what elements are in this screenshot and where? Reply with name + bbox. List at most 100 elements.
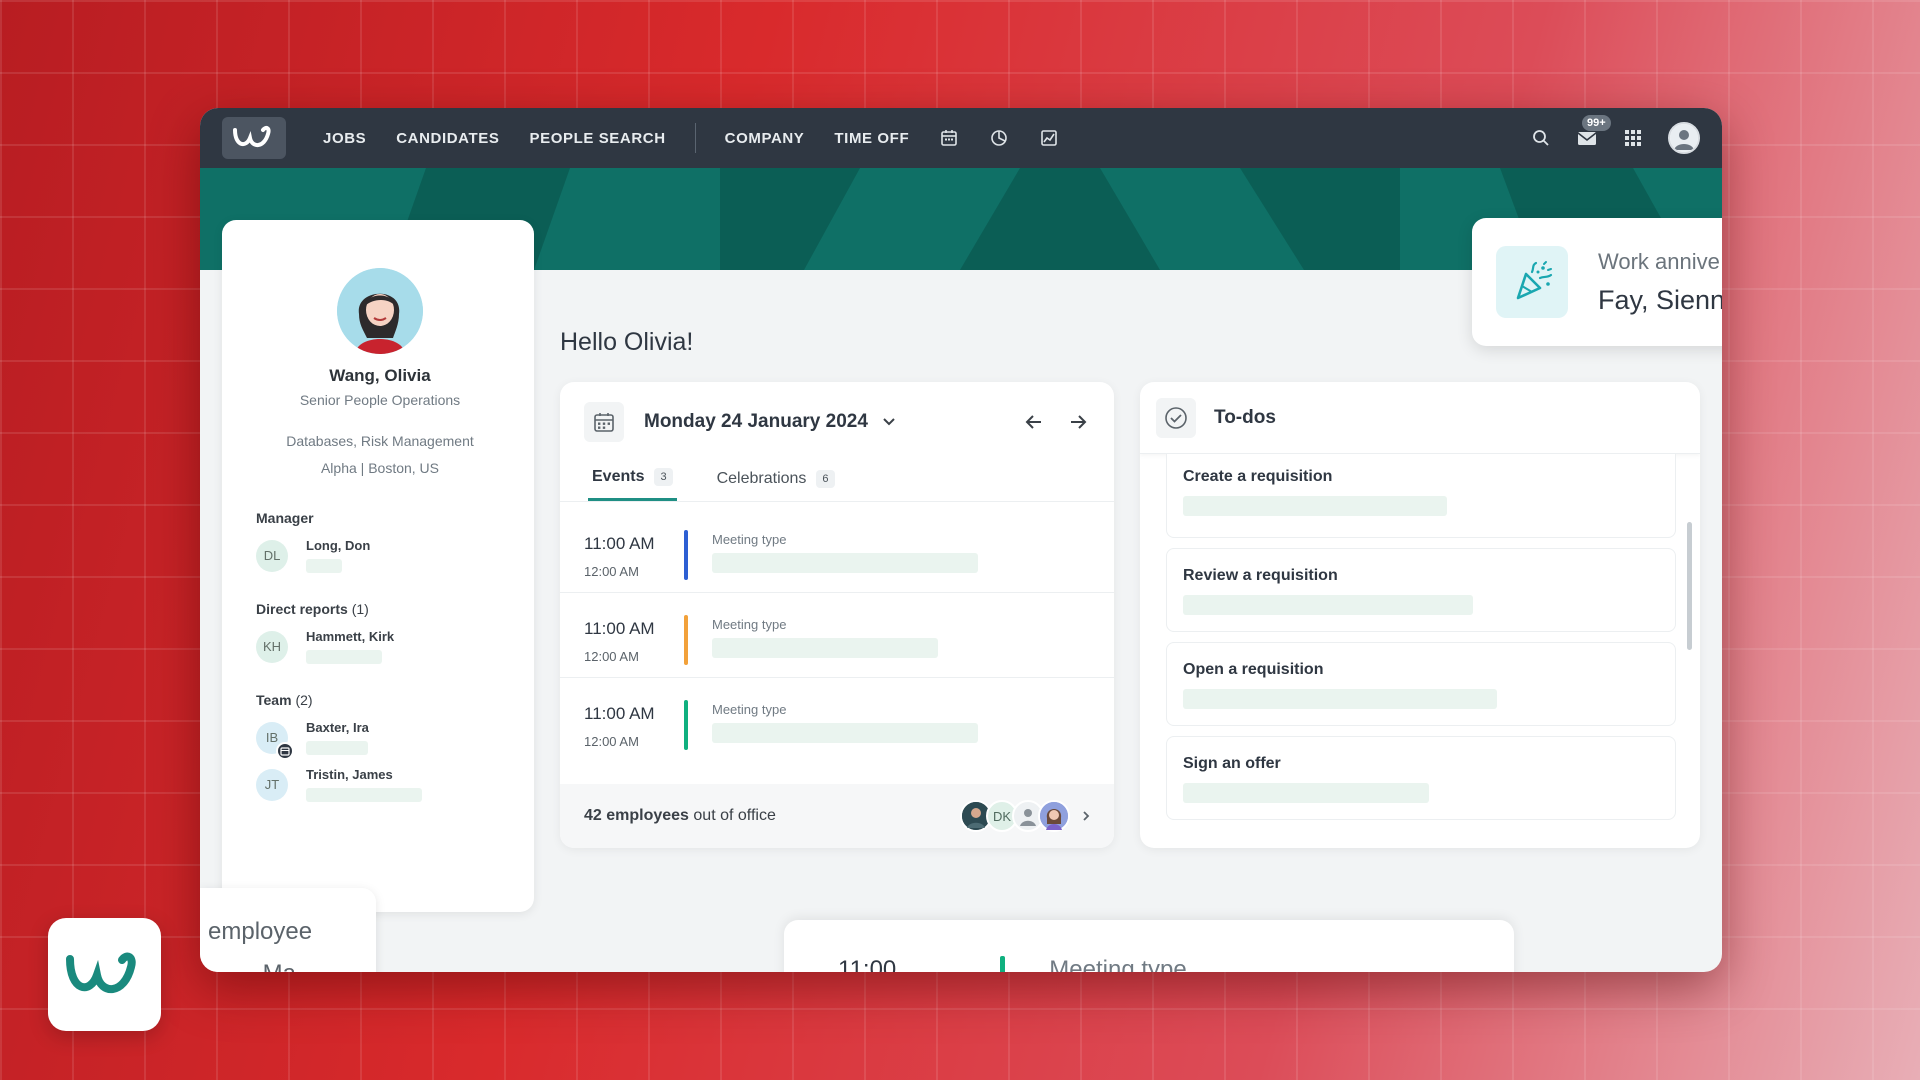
tab-label: Events (592, 468, 645, 485)
events-list: 11:00 AM 12:00 AM Meeting type 11:00 AM … (560, 502, 1114, 763)
team-member-name: Baxter, Ira (306, 720, 369, 735)
team-member-row[interactable]: IB Baxter, Ira (256, 720, 504, 760)
team-member-row[interactable]: JT Tristin, James (256, 767, 504, 802)
tab-events[interactable]: Events 3 (588, 462, 677, 501)
team-count: (2) (295, 692, 313, 708)
workday-logo-icon (233, 125, 271, 147)
team-member-initials: JT (256, 768, 288, 801)
out-of-office-suffix: out of office (693, 807, 776, 824)
todo-label: Create a requisition (1183, 468, 1333, 485)
team-member-info: Baxter, Ira (306, 720, 396, 755)
event-type: Meeting type (712, 702, 787, 717)
tab-label: Celebrations (716, 469, 807, 487)
nav-jobs[interactable]: JOBS (323, 130, 366, 147)
person-illustration-icon (337, 268, 423, 354)
calendar-badge-icon (276, 741, 294, 760)
todo-item[interactable]: Create a requisition (1166, 454, 1676, 538)
nav-people-search[interactable]: PEOPLE SEARCH (529, 130, 665, 147)
manager-row[interactable]: DL Long, Don (256, 538, 504, 573)
event-body: Meeting type (712, 678, 1090, 743)
direct-report-initials: KH (256, 630, 288, 663)
work-anniversary-text: Work annive Fay, Sienn (1598, 249, 1722, 316)
date-picker-button[interactable] (584, 402, 624, 442)
direct-reports-section-title: Direct reports (1) (256, 601, 504, 617)
placeholder-bar (1183, 689, 1497, 709)
brand-logo (48, 918, 161, 1031)
profile-skills: Databases, Risk Management (286, 433, 474, 449)
event-item[interactable]: 11:00 AM 12:00 AM Meeting type (560, 508, 1114, 593)
event-start-time: 11:00 AM (584, 534, 655, 553)
team-member-initials: IB (256, 721, 294, 760)
apps-grid-icon[interactable] (1622, 127, 1644, 149)
event-start-time: 11:00 AM (584, 704, 655, 723)
tab-celebrations[interactable]: Celebrations 6 (713, 462, 839, 501)
manager-section-title: Manager (256, 510, 314, 526)
placeholder-bar (712, 638, 938, 658)
top-nav: JOBS CANDIDATES PEOPLE SEARCH COMPANY TI… (200, 108, 1722, 168)
nav-time-off[interactable]: TIME OFF (834, 130, 909, 147)
placeholder-bar (306, 741, 368, 755)
team-label: Team (256, 692, 292, 708)
event-item[interactable]: 11:00 AM 12:00 AM Meeting type (560, 678, 1114, 763)
employee-card-subtext: - Ma (248, 960, 376, 972)
events-card: Monday 24 January 2024 Events 3 Celebrat… (560, 382, 1114, 848)
todos-scrollbar[interactable] (1687, 522, 1692, 650)
chevron-down-icon[interactable] (882, 417, 896, 427)
employee-card-partial[interactable]: employee - Ma (200, 888, 376, 972)
calendar-icon (594, 413, 614, 432)
events-tabs: Events 3 Celebrations 6 (560, 462, 1114, 502)
workday-logo-icon (65, 952, 136, 993)
out-of-office-bar[interactable]: 42 employees out of office DK (560, 784, 1114, 848)
banner-shape (720, 168, 860, 270)
meeting-card-partial[interactable]: 11:00 Meeting type (784, 920, 1514, 972)
todo-item[interactable]: Open a requisition (1166, 642, 1676, 726)
work-anniversary-label: Work annive (1598, 248, 1720, 274)
notification-badge: 99+ (1582, 115, 1611, 131)
event-body: Meeting type (712, 508, 1090, 573)
manager-info: Long, Don (306, 538, 396, 573)
party-popper-icon (1496, 246, 1568, 318)
event-body: Meeting type (712, 593, 1090, 658)
tab-count-badge: 6 (816, 469, 835, 488)
calendar-icon[interactable] (938, 127, 960, 149)
avatar (1038, 800, 1070, 832)
todo-item[interactable]: Sign an offer (1166, 736, 1676, 820)
app-window: JOBS CANDIDATES PEOPLE SEARCH COMPANY TI… (200, 108, 1722, 972)
pie-chart-icon[interactable] (988, 127, 1010, 149)
mail-icon[interactable]: 99+ (1576, 115, 1611, 149)
greeting-heading: Hello Olivia! (560, 328, 694, 356)
event-item[interactable]: 11:00 AM 12:00 AM Meeting type (560, 593, 1114, 678)
event-end-time: 12:00 AM (584, 564, 639, 579)
tab-count-badge: 3 (654, 468, 673, 486)
event-end-time: 12:00 AM (584, 734, 639, 749)
nav-company[interactable]: COMPANY (725, 130, 805, 147)
direct-reports-count: (1) (351, 601, 369, 617)
placeholder-bar (1183, 496, 1447, 516)
direct-report-row[interactable]: KH Hammett, Kirk (256, 629, 504, 664)
event-start-time: 11:00 AM (584, 619, 655, 638)
event-color-bar (684, 700, 688, 750)
app-logo[interactable] (222, 117, 286, 159)
profile-avatar[interactable] (337, 268, 423, 354)
todo-item[interactable]: Review a requisition (1166, 548, 1676, 632)
banner-shape (1240, 168, 1400, 270)
selected-date[interactable]: Monday 24 January 2024 (644, 411, 868, 433)
event-times: 11:00 AM 12:00 AM (584, 678, 684, 749)
work-anniversary-card[interactable]: Work annive Fay, Sienn (1472, 218, 1722, 346)
chart-icon[interactable] (1038, 127, 1060, 149)
direct-report-info: Hammett, Kirk (306, 629, 396, 664)
todo-label: Open a requisition (1183, 661, 1324, 678)
event-end-time: 12:00 AM (584, 649, 639, 664)
team-section-title: Team (2) (256, 692, 504, 708)
arrow-left-icon[interactable] (1022, 410, 1046, 434)
manager-initials: DL (256, 539, 288, 572)
nav-candidates[interactable]: CANDIDATES (396, 130, 499, 147)
team-member-initials-text: IB (265, 730, 279, 745)
chevron-right-icon[interactable] (1082, 810, 1090, 822)
todos-header: To-dos (1140, 382, 1700, 454)
nav-right-group: 99+ (1518, 115, 1700, 154)
user-avatar[interactable] (1668, 122, 1700, 154)
search-icon[interactable] (1530, 127, 1552, 149)
arrow-right-icon[interactable] (1066, 410, 1090, 434)
manager-name: Long, Don (306, 538, 371, 553)
